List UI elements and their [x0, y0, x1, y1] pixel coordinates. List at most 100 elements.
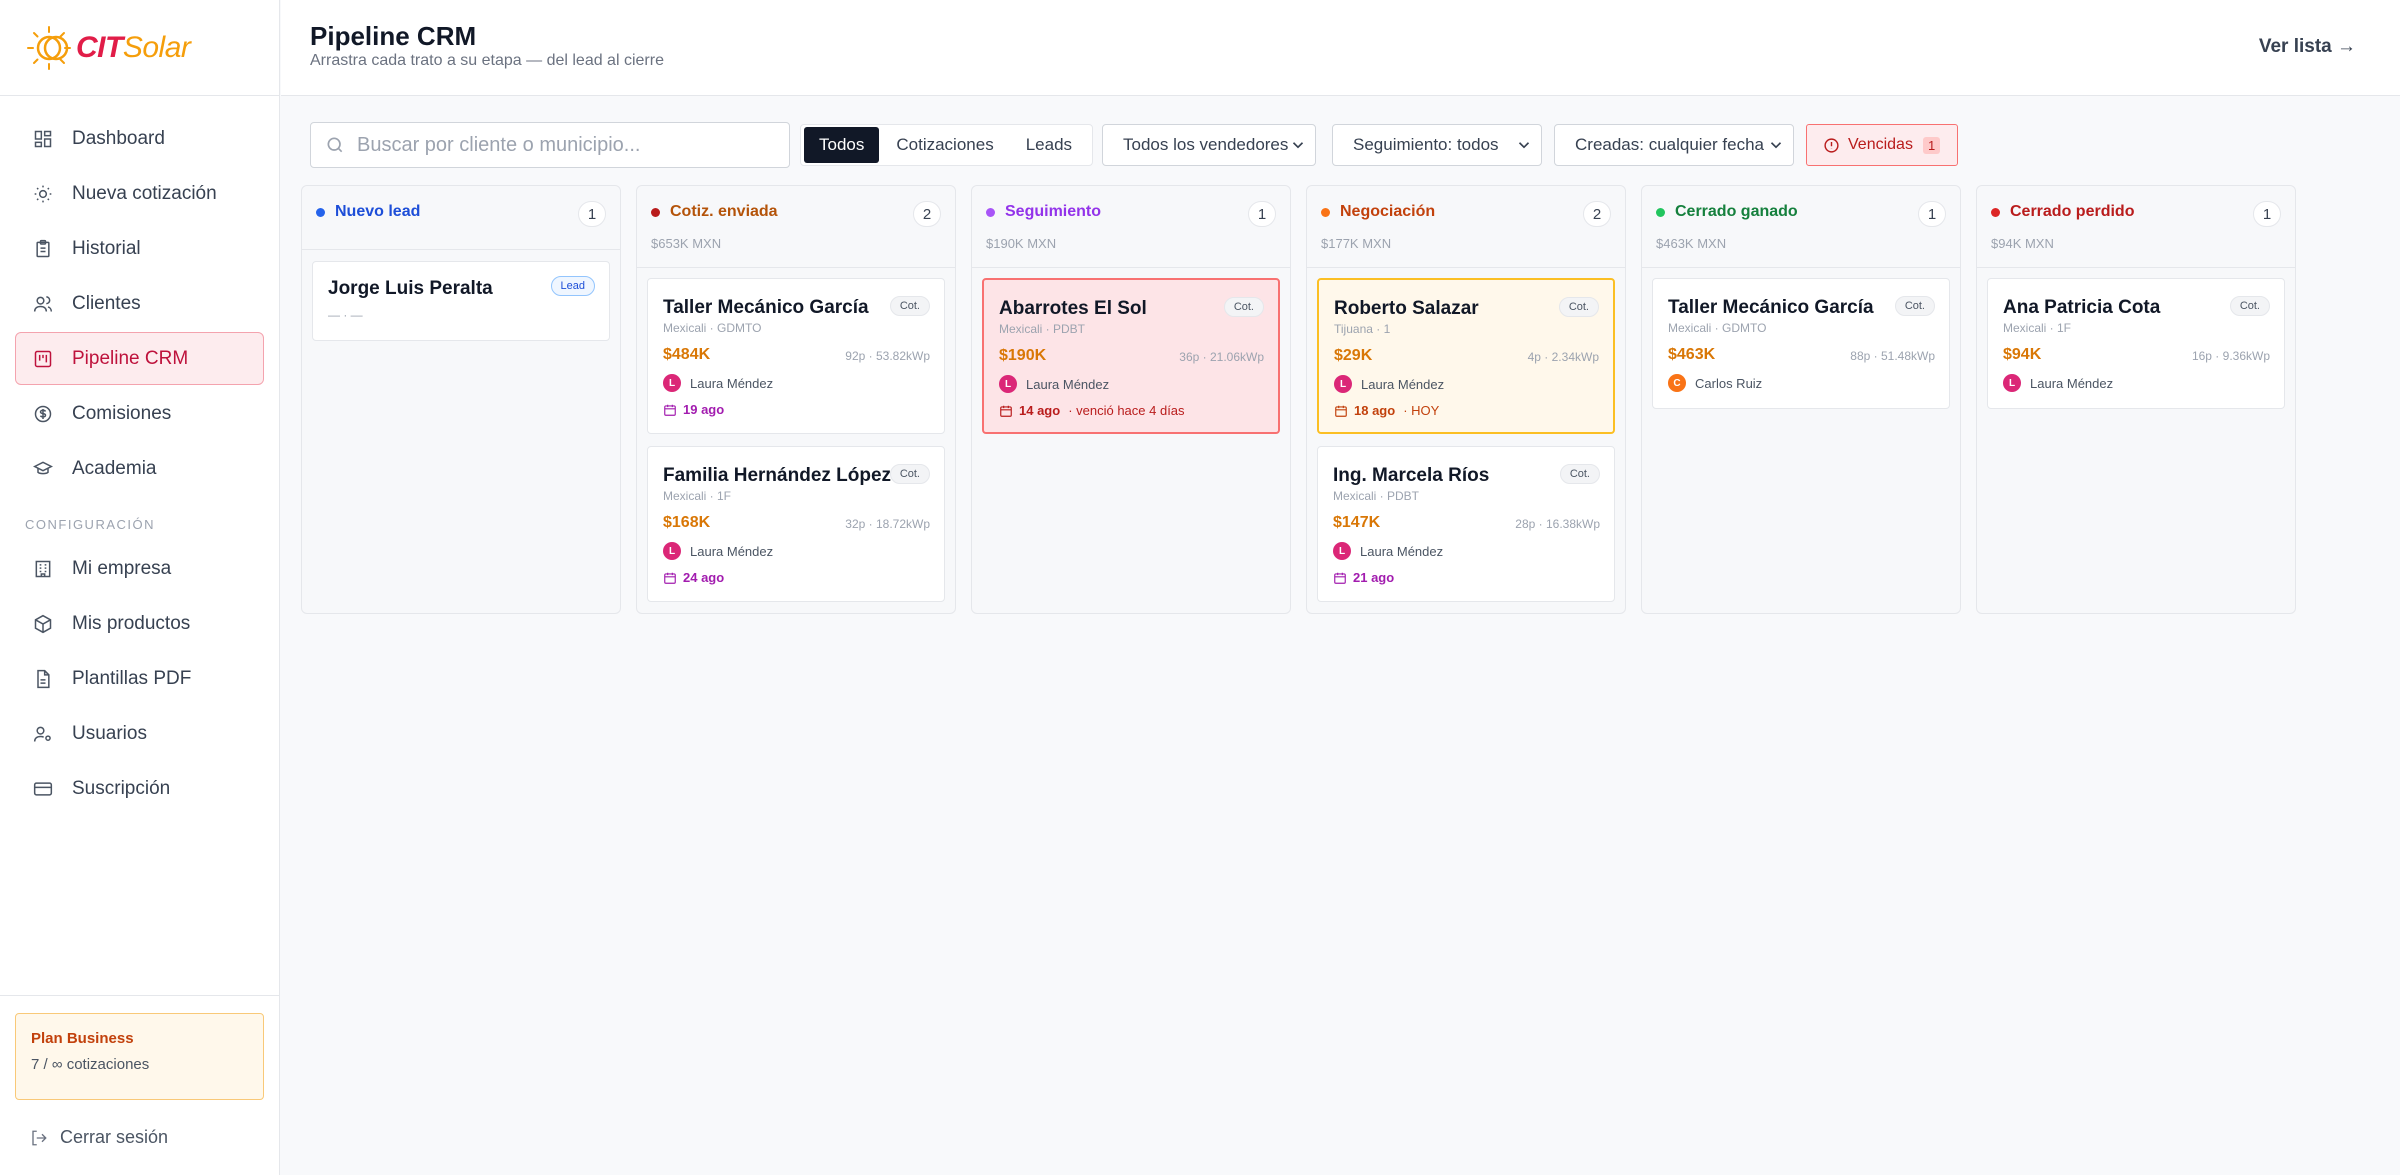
deal-card[interactable]: Jorge Luis Peralta Lead — · — — [312, 261, 610, 341]
overdue-note: · venció hace 4 días — [1068, 403, 1185, 418]
deal-card[interactable]: Ana Patricia Cota Cot. Mexicali · 1F $94… — [1987, 278, 2285, 409]
coin-icon — [32, 403, 54, 425]
kanban-icon — [32, 348, 54, 370]
overdue-label: Vencidas — [1848, 136, 1913, 153]
sidebar-item-historial[interactable]: Historial — [15, 222, 264, 275]
sun-logo-icon — [27, 25, 71, 70]
sidebar-item-label: Pipeline CRM — [72, 347, 189, 369]
plan-box[interactable]: Plan Business 7 / ∞ cotizaciones — [15, 1013, 264, 1100]
column-dot — [316, 207, 325, 217]
column-header: Nuevo lead 1 — [302, 186, 620, 250]
sidebar-item-label: Plantillas PDF — [72, 667, 192, 689]
column-cotiz-enviada: Cotiz. enviada 2 $653K MXN Taller Mecáni… — [636, 185, 956, 614]
sidebar-item-label: Dashboard — [72, 127, 165, 149]
deal-amount: $29K — [1334, 347, 1373, 364]
deal-location: Mexicali · PDBT — [999, 322, 1086, 336]
sidebar-item-usuarios[interactable]: Usuarios — [15, 707, 264, 760]
deal-name: Familia Hernández López — [663, 465, 892, 486]
sidebar-item-plantillas-pdf[interactable]: Plantillas PDF — [15, 652, 264, 705]
box-icon — [32, 613, 54, 635]
sidebar-item-pipeline-crm[interactable]: Pipeline CRM — [15, 332, 264, 385]
deal-location: Mexicali · PDBT — [1333, 489, 1420, 503]
sidebar-item-suscripcion[interactable]: Suscripción — [15, 762, 264, 815]
column-header: Negociación 2 $177K MXN — [1307, 186, 1625, 268]
deal-seller: C Carlos Ruiz — [1668, 374, 1762, 392]
filter-leads[interactable]: Leads — [1011, 127, 1087, 163]
logout-button[interactable]: Cerrar sesión — [30, 1127, 168, 1148]
calendar-icon — [664, 404, 676, 416]
seller-name: Laura Méndez — [1361, 376, 1445, 392]
date-label: 24 ago — [683, 570, 725, 585]
deal-amount: $463K — [1668, 346, 1716, 363]
deal-specs: 4p · 2.34kWp — [1527, 350, 1599, 364]
dashboard-icon — [32, 128, 54, 150]
created-select[interactable]: Creadas: cualquier fecha — [1554, 124, 1794, 166]
column-title-label: Nuevo lead — [335, 203, 421, 220]
logout-icon — [32, 1130, 47, 1145]
deal-name: Abarrotes El Sol — [999, 298, 1147, 319]
deal-card-today[interactable]: Roberto Salazar Cot. Tijuana · 1 $29K 4p… — [1317, 278, 1615, 434]
overdue-filter-button[interactable]: Vencidas 1 — [1806, 124, 1958, 166]
followup-select[interactable]: Seguimiento: todos — [1332, 124, 1542, 166]
deal-seller: L Laura Méndez — [2003, 374, 2113, 392]
followup-select-value: Seguimiento: todos — [1353, 135, 1499, 154]
ver-lista-link[interactable]: Ver lista → — [2259, 36, 2356, 58]
search-icon — [327, 137, 343, 153]
search-input[interactable] — [357, 133, 777, 157]
deal-card[interactable]: Familia Hernández López Cot. Mexicali · … — [647, 446, 945, 602]
sidebar-item-label: Usuarios — [72, 722, 147, 744]
sidebar-item-clientes[interactable]: Clientes — [15, 277, 264, 330]
deal-location: Tijuana · 1 — [1334, 322, 1391, 336]
clipboard-icon — [32, 238, 54, 260]
building-icon — [32, 558, 54, 580]
seller-name: Laura Méndez — [1360, 543, 1444, 559]
sidebar-item-label: Historial — [72, 237, 141, 259]
deal-type-badge: Cot. — [1559, 464, 1600, 484]
seller-name: Laura Méndez — [1026, 376, 1110, 392]
column-title: Nuevo lead — [316, 203, 420, 221]
sidebar-item-dashboard[interactable]: Dashboard — [15, 112, 264, 165]
users-icon — [32, 293, 54, 315]
avatar: L — [663, 374, 681, 392]
deal-card[interactable]: Ing. Marcela Ríos Cot. Mexicali · PDBT $… — [1317, 446, 1615, 602]
search-box — [310, 122, 790, 168]
deal-type-badge: Cot. — [889, 464, 930, 484]
sidebar-item-academia[interactable]: Academia — [15, 442, 264, 495]
page-subtitle: Arrastra cada trato a su etapa — del lea… — [310, 52, 664, 69]
filter-todos[interactable]: Todos — [804, 127, 880, 163]
column-title-label: Seguimiento — [1005, 203, 1102, 220]
deal-followup-date: 18 ago · HOY — [1334, 403, 1439, 418]
deal-card[interactable]: Taller Mecánico García Cot. Mexicali · G… — [647, 278, 945, 434]
column-count: 2 — [913, 201, 941, 227]
deal-name: Taller Mecánico García — [1668, 297, 1874, 318]
deal-name: Roberto Salazar — [1334, 298, 1479, 319]
column-header: Cerrado ganado 1 $463K MXN — [1642, 186, 1960, 268]
column-total: $94K MXN — [1991, 236, 2054, 251]
sidebar-item-comisiones[interactable]: Comisiones — [15, 387, 264, 440]
column-title-label: Cerrado perdido — [2010, 203, 2135, 220]
sidebar: CITSolar Dashboard Nueva cotización Hist… — [0, 0, 280, 1175]
calendar-icon — [1335, 405, 1347, 417]
sidebar-item-label: Academia — [72, 457, 157, 479]
column-header: Seguimiento 1 $190K MXN — [972, 186, 1290, 268]
filter-cotizaciones[interactable]: Cotizaciones — [881, 127, 1008, 163]
brand-logo[interactable]: CITSolar — [0, 0, 279, 96]
logout-label: Cerrar sesión — [60, 1127, 169, 1147]
file-icon — [32, 668, 54, 690]
deal-amount: $484K — [663, 346, 711, 363]
sidebar-item-mi-empresa[interactable]: Mi empresa — [15, 542, 264, 595]
deal-card-overdue[interactable]: Abarrotes El Sol Cot. Mexicali · PDBT $1… — [982, 278, 1280, 434]
seller-name: Laura Méndez — [2030, 375, 2114, 391]
type-filter: Todos Cotizaciones Leads — [800, 124, 1094, 166]
deal-followup-date: 21 ago — [1333, 570, 1394, 585]
sidebar-item-mis-productos[interactable]: Mis productos — [15, 597, 264, 650]
sidebar-item-label: Mis productos — [72, 612, 191, 634]
column-dot — [1991, 207, 2000, 217]
deal-amount: $147K — [1333, 514, 1381, 531]
page-header: Pipeline CRM Arrastra cada trato a su et… — [281, 0, 2400, 96]
date-label: 14 ago — [1019, 403, 1061, 418]
deal-card[interactable]: Taller Mecánico García Cot. Mexicali · G… — [1652, 278, 1950, 409]
sellers-select[interactable]: Todos los vendedores — [1102, 124, 1316, 166]
deal-location: Mexicali · 1F — [2003, 321, 2072, 335]
sidebar-item-nueva-cotizacion[interactable]: Nueva cotización — [15, 167, 264, 220]
